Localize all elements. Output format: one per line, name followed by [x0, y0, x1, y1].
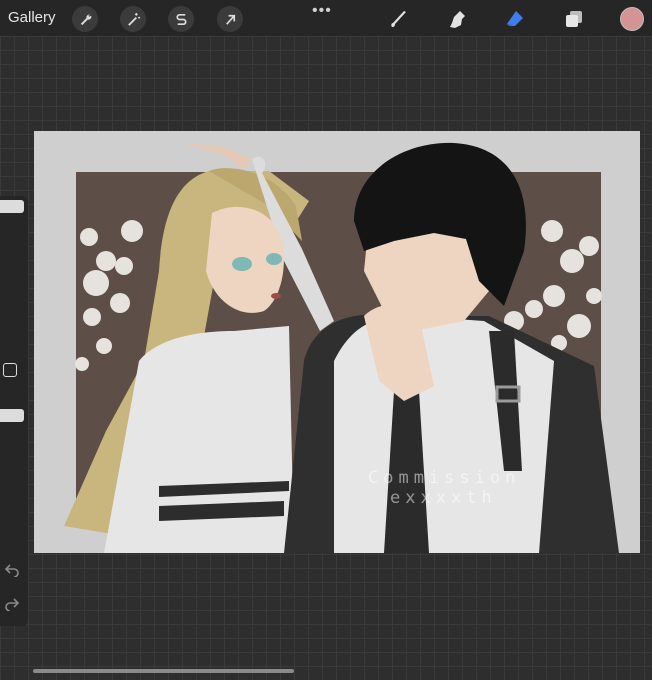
wrench-icon[interactable]	[72, 6, 98, 32]
eraser-icon[interactable]	[502, 6, 528, 32]
transform-arrow-icon[interactable]	[217, 6, 243, 32]
brush-icon[interactable]	[386, 6, 412, 32]
undo-icon[interactable]	[4, 561, 20, 577]
artwork-canvas[interactable]: Commission exxxxth	[34, 131, 640, 553]
modify-button[interactable]	[3, 363, 17, 377]
magic-wand-icon[interactable]	[120, 6, 146, 32]
layers-icon[interactable]	[561, 6, 587, 32]
watermark-line2: exxxxth	[390, 488, 497, 508]
artwork-illustration	[64, 142, 619, 553]
gallery-button[interactable]: Gallery	[8, 9, 56, 26]
selection-s-icon[interactable]	[168, 6, 194, 32]
top-toolbar: Gallery •••	[0, 0, 652, 36]
watermark-line1: Commission	[368, 468, 521, 488]
more-options-button[interactable]: •••	[312, 2, 332, 20]
left-sidebar	[0, 196, 28, 626]
color-picker-swatch[interactable]	[620, 7, 644, 31]
brush-size-slider[interactable]	[0, 200, 24, 213]
smudge-icon[interactable]	[444, 6, 470, 32]
redo-icon[interactable]	[4, 595, 20, 611]
horizontal-scrollbar[interactable]	[33, 669, 294, 673]
opacity-slider[interactable]	[0, 409, 24, 422]
